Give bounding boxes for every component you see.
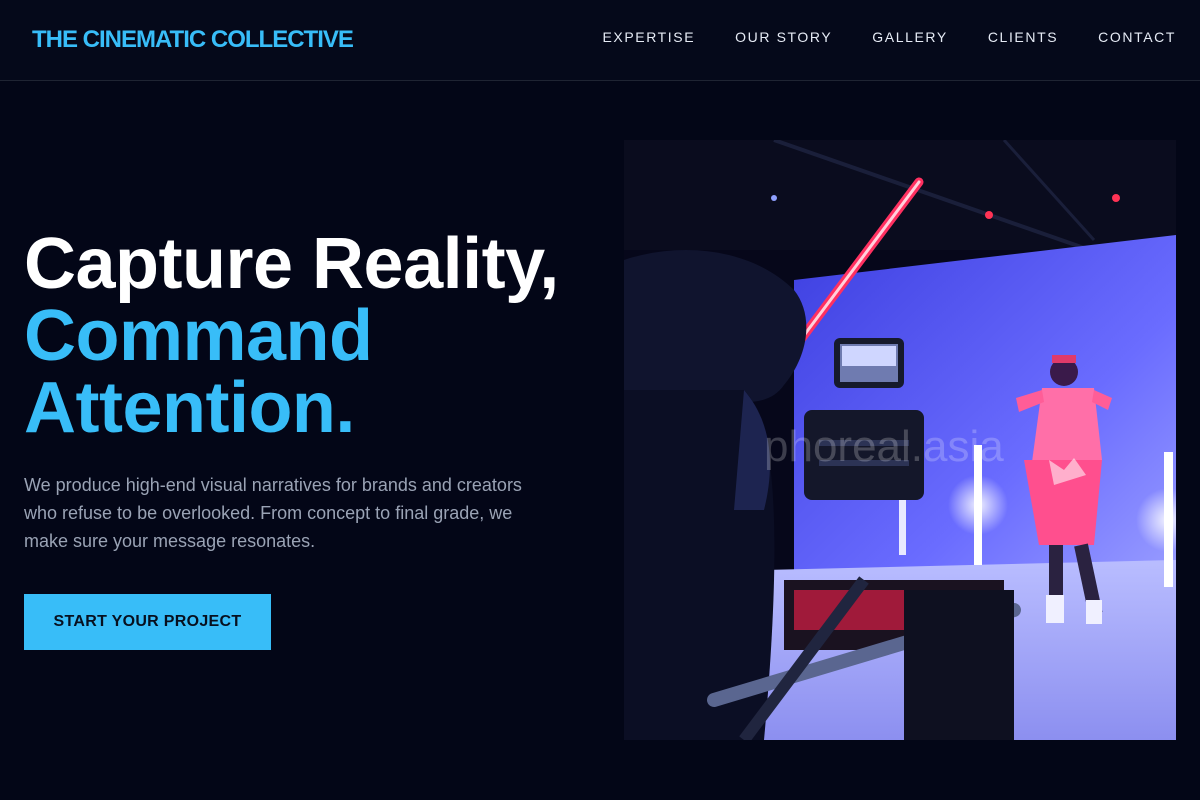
- hero-headline: Capture Reality, Command Attention.: [24, 228, 594, 444]
- image-watermark: phoreal.asia: [764, 422, 1004, 471]
- headline-line-1: Capture Reality,: [24, 224, 559, 304]
- brand-logo[interactable]: THE CINEMATIC COLLECTIVE: [32, 26, 354, 54]
- start-project-button[interactable]: START YOUR PROJECT: [24, 594, 271, 650]
- hero-headline-block: Capture Reality, Command Attention.: [24, 228, 594, 444]
- nav-link-expertise[interactable]: EXPERTISE: [602, 29, 695, 45]
- hero-image: phoreal.asia: [624, 140, 1176, 740]
- top-navigation-bar: THE CINEMATIC COLLECTIVE EXPERTISE OUR S…: [0, 0, 1200, 81]
- nav-link-contact[interactable]: CONTACT: [1098, 29, 1176, 45]
- nav-link-clients[interactable]: CLIENTS: [988, 29, 1058, 45]
- nav-link-gallery[interactable]: GALLERY: [872, 29, 948, 45]
- main-nav: EXPERTISE OUR STORY GALLERY CLIENTS CONT…: [602, 29, 1176, 45]
- nav-link-our-story[interactable]: OUR STORY: [735, 29, 832, 45]
- hero-description: We produce high-end visual narratives fo…: [24, 475, 522, 551]
- headline-line-2: Command: [24, 296, 373, 376]
- headline-line-3: Attention.: [24, 368, 355, 448]
